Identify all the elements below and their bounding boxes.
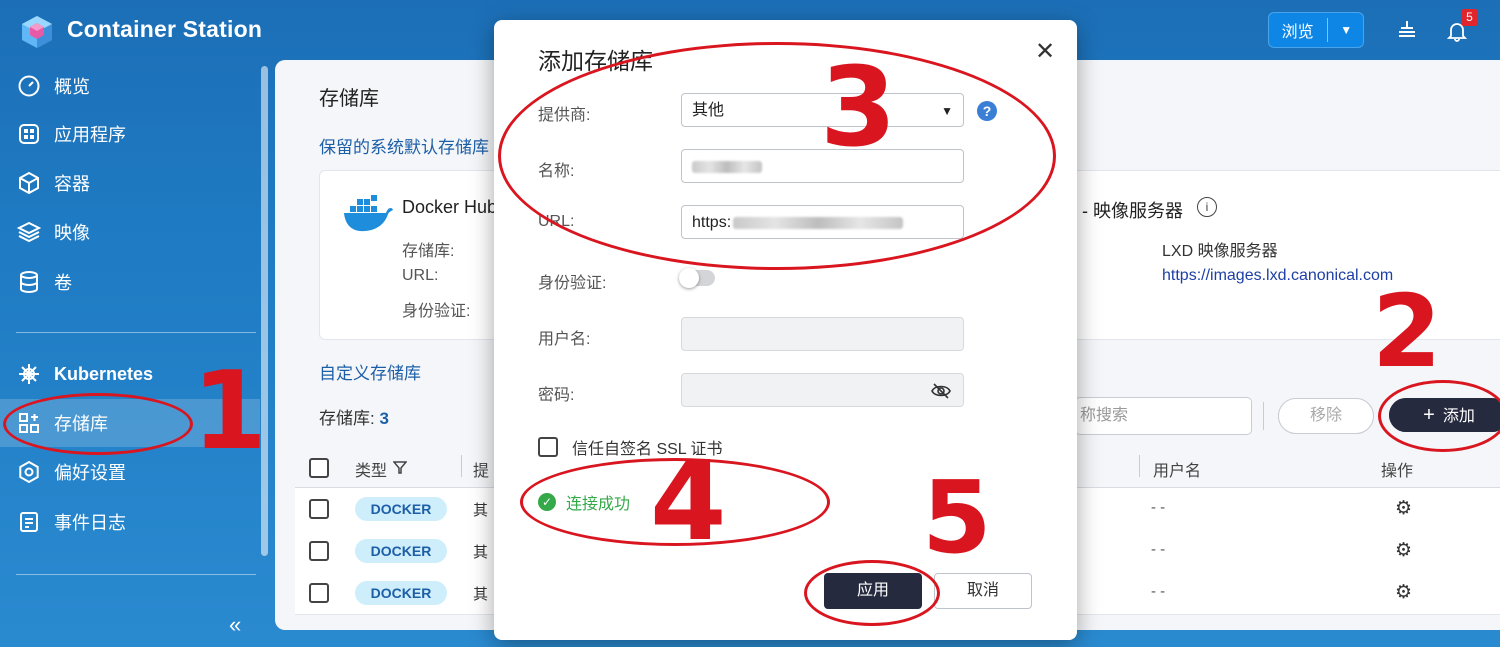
count-value: 3 [379, 409, 389, 428]
type-badge: DOCKER [355, 539, 447, 563]
annotation-number: 4 [650, 437, 727, 565]
container-station-logo-icon [22, 16, 52, 48]
authentication-toggle[interactable] [679, 268, 715, 288]
sidebar-item-event-log[interactable]: 事件日志 [0, 498, 260, 546]
sidebar-item-label: 概览 [54, 77, 90, 97]
sidebar-item-label: 应用程序 [54, 125, 126, 145]
log-icon [16, 510, 42, 534]
annotation-number: 2 [1372, 273, 1442, 390]
settings-gear-icon[interactable]: ⚙ [1395, 539, 1412, 562]
row-checkbox[interactable] [309, 583, 329, 603]
helm-wheel-icon [16, 362, 42, 386]
filter-icon[interactable] [393, 460, 407, 474]
sidebar-scrollbar[interactable] [261, 66, 268, 556]
type-badge: DOCKER [355, 581, 447, 605]
settings-gear-icon[interactable]: ⚙ [1395, 497, 1412, 520]
auth-label: 身份验证: [402, 303, 471, 320]
provider-cell: 其 [473, 502, 489, 519]
password-input[interactable] [681, 373, 964, 407]
apps-grid-icon [16, 122, 42, 146]
sidebar-item-label: 容器 [54, 174, 90, 194]
url-label: URL: [402, 267, 439, 284]
lxd-server-name: - 映像服务器 [1082, 201, 1183, 221]
annotation-ring [3, 393, 193, 455]
docker-whale-icon [344, 195, 393, 232]
password-label: 密码: [538, 387, 575, 404]
search-input[interactable]: 称搜索 [1075, 397, 1252, 435]
select-all-checkbox[interactable] [309, 458, 329, 478]
collapse-sidebar-icon[interactable]: « [229, 612, 241, 638]
stack-tasks-icon[interactable] [1396, 19, 1418, 41]
column-username: 用户名 [1153, 463, 1202, 480]
lxd-repository-value: LXD 映像服务器 [1162, 243, 1278, 260]
username-cell: - - [1151, 499, 1166, 516]
page-title: 存储库 [319, 88, 379, 110]
sidebar-item-volumes[interactable]: 卷 [0, 258, 260, 306]
search-placeholder: 称搜索 [1080, 407, 1129, 424]
annotation-ring [804, 560, 940, 626]
info-icon[interactable]: i [1197, 197, 1217, 217]
layers-icon [16, 220, 42, 244]
eye-off-icon[interactable] [931, 382, 951, 400]
app-title: Container Station [67, 16, 263, 42]
row-checkbox[interactable] [309, 541, 329, 561]
provider-cell: 其 [473, 544, 489, 561]
caret-down-icon: ▼ [1340, 23, 1353, 37]
provider-cell: 其 [473, 586, 489, 603]
annotation-number: 3 [820, 43, 897, 171]
column-type: 类型 [355, 463, 388, 480]
sidebar-divider [16, 332, 256, 333]
toggle-knob [679, 268, 699, 288]
sidebar-item-label: 映像 [54, 223, 90, 243]
column-provider: 提 [473, 463, 490, 480]
row-checkbox[interactable] [309, 499, 329, 519]
docker-hub-name: Docker Hub [402, 197, 498, 217]
sidebar-item-label: Kubernetes [54, 363, 154, 384]
annotation-number: 1 [192, 349, 268, 474]
notification-badge: 5 [1461, 9, 1478, 26]
sidebar-divider [16, 574, 256, 575]
custom-repositories-title: 自定义存储库 [319, 364, 421, 383]
sidebar-item-images[interactable]: 映像 [0, 208, 260, 256]
remove-button[interactable]: 移除 [1278, 398, 1374, 434]
trust-ssl-checkbox[interactable] [538, 437, 558, 457]
repository-label: 存储库: [402, 243, 455, 260]
sidebar-item-label: 偏好设置 [54, 463, 126, 483]
username-input[interactable] [681, 317, 964, 351]
username-cell: - - [1151, 541, 1166, 558]
column-divider [461, 455, 462, 477]
auth-label: 身份验证: [538, 275, 607, 292]
cube-icon [16, 171, 42, 195]
sidebar-item-label: 卷 [54, 273, 72, 293]
column-divider [1139, 455, 1140, 477]
annotation-number: 5 [922, 459, 992, 576]
gauge-icon [16, 74, 42, 98]
database-icon [16, 270, 42, 294]
settings-gear-icon[interactable]: ⚙ [1395, 581, 1412, 604]
browse-label: 浏览 [1268, 18, 1329, 42]
username-label: 用户名: [538, 331, 591, 348]
browse-dropdown-button[interactable]: 浏览 ▼ [1268, 12, 1364, 48]
sidebar-item-apps[interactable]: 应用程序 [0, 110, 260, 158]
sidebar-item-label: 事件日志 [54, 513, 126, 533]
username-cell: - - [1151, 583, 1166, 600]
repository-count: 存储库: 3 [319, 404, 389, 429]
lxd-url-link[interactable]: https://images.lxd.canonical.com [1162, 267, 1393, 285]
column-actions: 操作 [1381, 463, 1414, 480]
cancel-button[interactable]: 取消 [934, 573, 1032, 609]
count-label: 存储库: [319, 409, 375, 428]
annotation-ring [498, 42, 1056, 270]
gear-icon [16, 460, 42, 484]
sidebar-item-overview[interactable]: 概览 [0, 62, 260, 110]
toolbar-divider [1263, 402, 1264, 430]
close-icon[interactable]: ✕ [1035, 37, 1055, 66]
reserved-repositories-title: 保留的系统默认存储库 [319, 138, 489, 157]
type-badge: DOCKER [355, 497, 447, 521]
sidebar-item-containers[interactable]: 容器 [0, 159, 260, 207]
annotation-ring [1378, 380, 1500, 452]
